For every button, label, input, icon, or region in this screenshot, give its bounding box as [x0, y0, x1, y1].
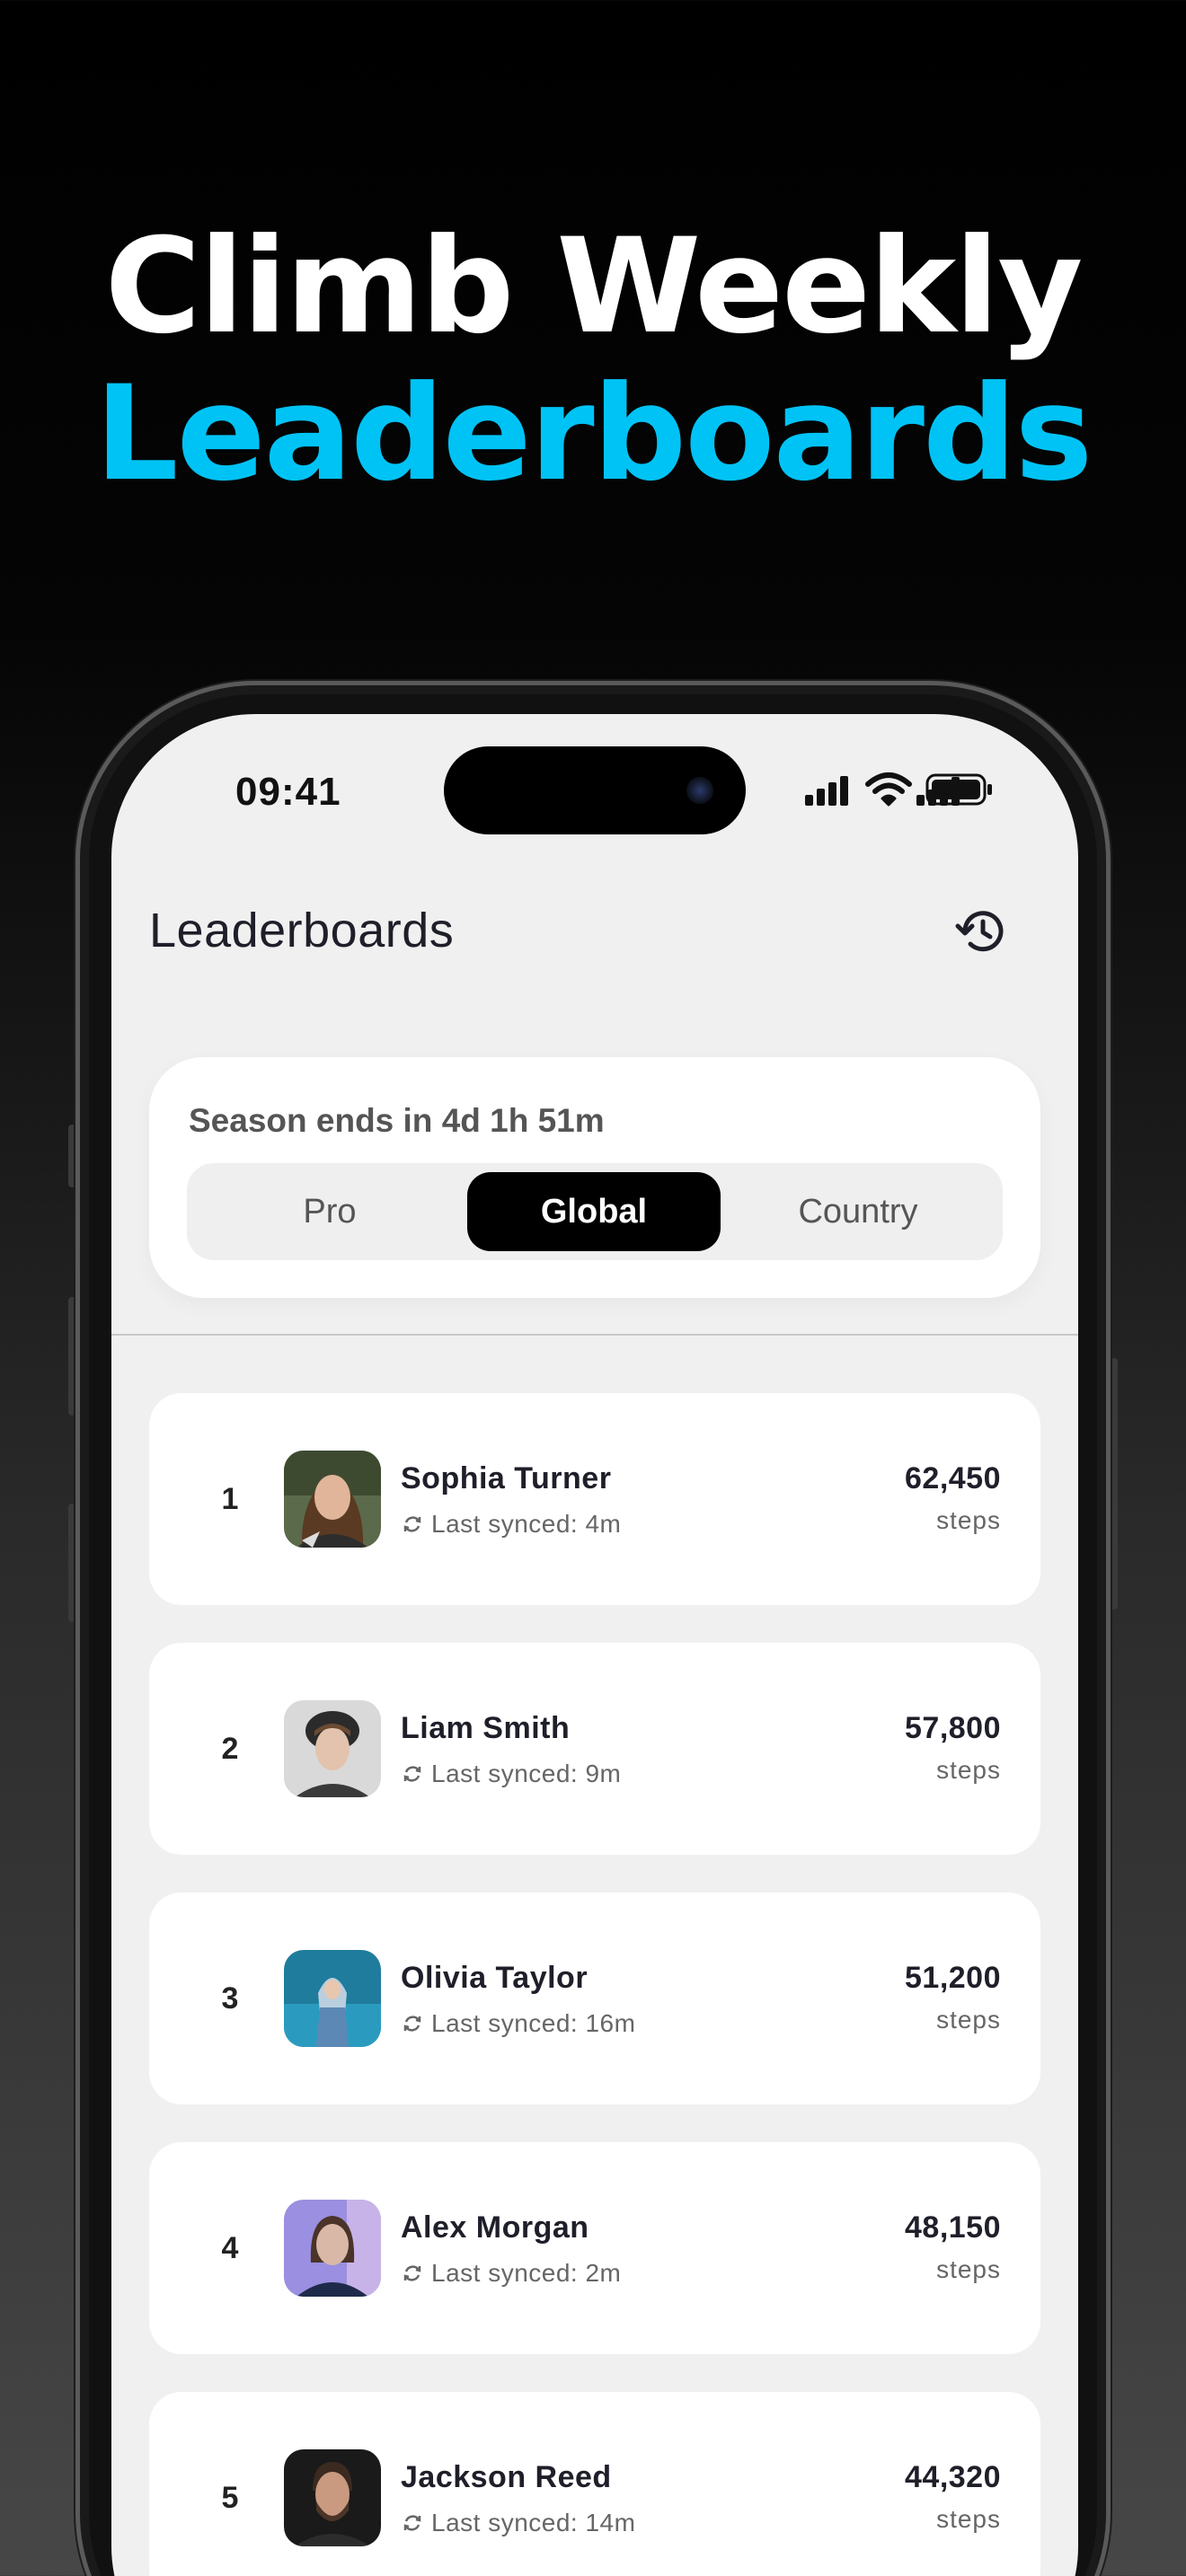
sync-label: Last synced: 4m	[431, 1510, 622, 1538]
divider	[111, 1334, 1078, 1336]
phone-volume-down-button	[68, 1504, 75, 1622]
sync-status: Last synced: 2m	[401, 2259, 621, 2288]
sync-label: Last synced: 9m	[431, 1760, 622, 1787]
page-title: Leaderboards	[149, 904, 455, 957]
tab-pro[interactable]: Pro	[203, 1172, 456, 1251]
rank-number: 5	[221, 2481, 239, 2515]
sync-label: Last synced: 16m	[431, 2009, 636, 2037]
rank-number: 1	[221, 1482, 239, 1516]
tab-country[interactable]: Country	[731, 1172, 985, 1251]
phone-volume-up-button	[68, 1297, 75, 1416]
avatar	[284, 2200, 381, 2297]
sync-icon	[403, 2265, 421, 2281]
leaderboard-row[interactable]: 2 Liam Smith Last synced: 9m 57,800 step…	[149, 1643, 1040, 1855]
avatar	[284, 2449, 381, 2546]
leaderboard-row[interactable]: 4 Alex Morgan Last synced: 2m 48,150 ste…	[149, 2142, 1040, 2354]
avatar	[284, 1700, 381, 1797]
sync-status: Last synced: 14m	[401, 2509, 635, 2537]
rank-number: 4	[221, 2231, 239, 2265]
front-camera	[686, 777, 713, 804]
steps-unit: steps	[936, 2006, 1001, 2033]
sync-icon	[403, 2515, 421, 2531]
steps-unit: steps	[936, 2255, 1001, 2283]
sync-status: Last synced: 9m	[401, 1760, 621, 1788]
sync-status: Last synced: 16m	[401, 2009, 635, 2038]
rank-number: 2	[221, 1732, 239, 1766]
sync-icon	[403, 1516, 421, 1532]
steps-value: 48,150	[905, 2210, 1001, 2245]
history-icon	[955, 911, 1004, 952]
sync-label: Last synced: 2m	[431, 2259, 622, 2287]
user-name: Olivia Taylor	[401, 1961, 589, 1995]
season-countdown: Season ends in 4d 1h 51m	[189, 1102, 605, 1139]
steps-unit: steps	[936, 2505, 1001, 2533]
leaderboard-row[interactable]: 3 Olivia Taylor Last synced: 16m 51,200 …	[149, 1892, 1040, 2104]
steps-value: 62,450	[905, 1461, 1001, 1495]
leaderboard-row[interactable]: 1 Sophia Turner Last synced: 4m 62,450 s…	[149, 1393, 1040, 1605]
cellular-signal-icon	[805, 776, 848, 806]
sync-icon	[403, 2016, 421, 2032]
avatar	[284, 1451, 381, 1548]
sync-icon	[403, 1766, 421, 1782]
tab-global[interactable]: Global	[467, 1172, 721, 1251]
history-button[interactable]	[952, 903, 1010, 960]
headline-line-2: Leaderboards	[94, 357, 1093, 510]
leaderboard-row[interactable]: 5 Jackson Reed Last synced: 14m 44,320 s…	[149, 2392, 1040, 2576]
steps-value: 51,200	[905, 1961, 1001, 1995]
phone-power-button	[1111, 1358, 1118, 1610]
avatar	[284, 1950, 381, 2047]
battery-icon	[925, 773, 992, 806]
user-name: Sophia Turner	[401, 1461, 612, 1495]
sync-label: Last synced: 14m	[431, 2509, 636, 2536]
phone-action-button	[68, 1125, 75, 1187]
sync-status: Last synced: 4m	[401, 1510, 621, 1539]
user-name: Alex Morgan	[401, 2210, 589, 2245]
leaderboard-scope-tabs: Pro Global Country	[187, 1163, 1003, 1260]
steps-unit: steps	[936, 1756, 1001, 1784]
steps-value: 44,320	[905, 2460, 1001, 2494]
season-card: Season ends in 4d 1h 51m Pro Global Coun…	[149, 1057, 1040, 1298]
phone-screen: 09:41 Leaderboards Season ends in 4d 1h …	[111, 714, 1078, 2576]
steps-value: 57,800	[905, 1711, 1001, 1745]
status-time: 09:41	[235, 770, 341, 814]
wifi-icon	[865, 772, 912, 807]
rank-number: 3	[221, 1981, 239, 2016]
steps-unit: steps	[936, 1506, 1001, 1534]
user-name: Jackson Reed	[401, 2460, 612, 2494]
user-name: Liam Smith	[401, 1711, 571, 1745]
headline-line-1: Climb Weekly	[104, 210, 1084, 363]
